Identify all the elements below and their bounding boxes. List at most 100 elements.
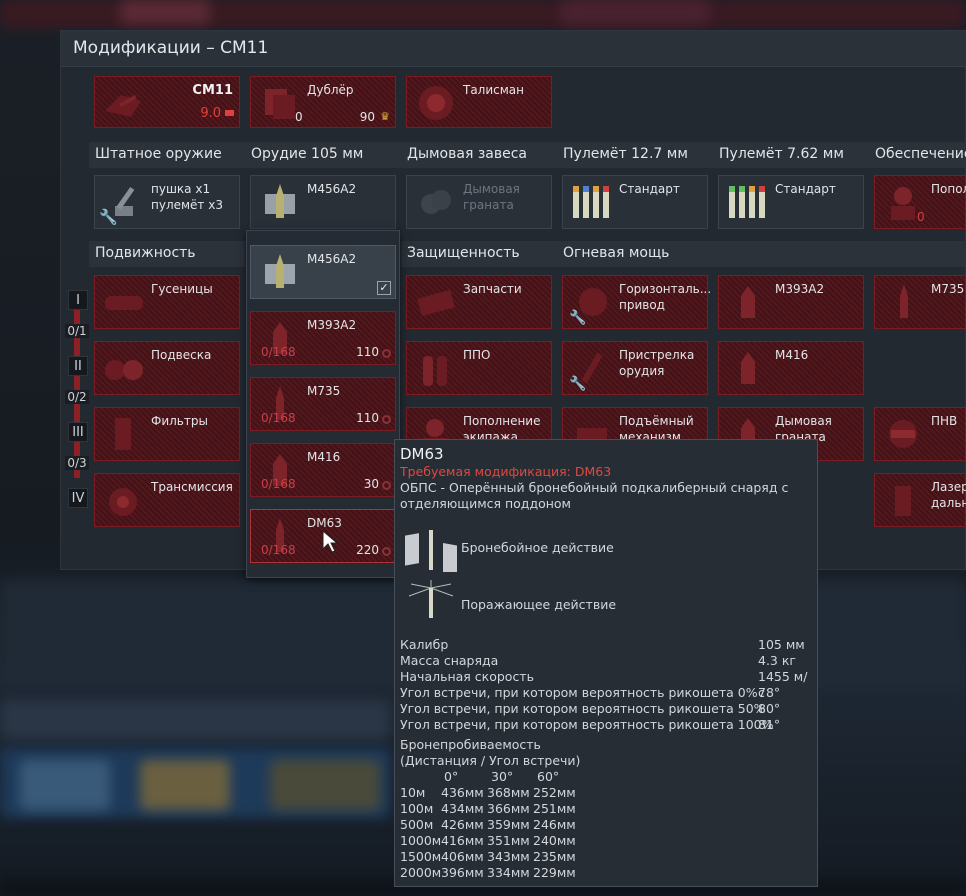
backup-price: 90 bbox=[359, 110, 375, 124]
tier-3-progress: 0/3 bbox=[65, 456, 89, 470]
ammo-count: 0/168 bbox=[261, 345, 296, 359]
checkmark-icon: ✓ bbox=[377, 281, 391, 295]
main-weapon-slot[interactable]: пушка x1 пулемёт x3 🔧 bbox=[94, 175, 240, 229]
pen-value: 406мм bbox=[441, 849, 484, 864]
pen-value: 416мм bbox=[441, 833, 484, 848]
ammo-option[interactable]: M393A2 0/168 110 bbox=[250, 311, 396, 365]
effect-damage: Поражающее действие bbox=[461, 597, 617, 612]
extinguisher-icon bbox=[423, 356, 447, 386]
header-smoke: Дымовая завеса bbox=[401, 142, 557, 168]
tier-4: IV bbox=[68, 488, 88, 508]
mod-laser-rangefinder[interactable]: Лазер дальн bbox=[874, 473, 966, 527]
tooltip-description: ОБПС - Оперённый бронебойный подкалиберн… bbox=[400, 480, 789, 511]
talisman-slot[interactable]: Талисман bbox=[406, 76, 552, 128]
apfsds-shell-icon bbox=[900, 284, 908, 318]
mod-label: Лазер дальн bbox=[931, 480, 966, 510]
ammo-option[interactable]: M735 0/168 110 bbox=[250, 377, 396, 431]
mod-label: Пристрелка орудия bbox=[619, 348, 695, 378]
crew-replenish-label: Попол экипа bbox=[931, 182, 966, 196]
ammo-option[interactable]: M456A2 ✓ bbox=[250, 245, 396, 299]
mod-m393a2[interactable]: M393A2 bbox=[718, 275, 864, 329]
pen-value: 396мм bbox=[441, 865, 484, 880]
pen-distance: 1500м bbox=[400, 849, 442, 864]
mod-fire-protection[interactable]: ППО bbox=[406, 341, 552, 395]
tier-3: III bbox=[68, 422, 88, 442]
lock-icon bbox=[382, 349, 391, 358]
pen-header: 60° bbox=[537, 769, 560, 784]
pen-value: 359мм bbox=[487, 817, 530, 832]
pen-distance: 500м bbox=[400, 817, 434, 832]
mod-label: Гусеницы bbox=[151, 282, 213, 296]
mod-filters[interactable]: Фильтры bbox=[94, 407, 240, 461]
backup-count: 0 bbox=[295, 110, 303, 124]
backup-slot[interactable]: Дублёр 0 90 ♛ bbox=[250, 76, 396, 128]
pen-distance: 10м bbox=[400, 785, 426, 800]
stat-name: Угол встречи, при котором вероятность ри… bbox=[400, 701, 766, 716]
tank-icon bbox=[105, 94, 141, 117]
mg127-label: Стандарт bbox=[619, 182, 680, 196]
mod-nvd[interactable]: ПНВ bbox=[874, 407, 966, 461]
mod-suspension[interactable]: Подвеска bbox=[94, 341, 240, 395]
crew-replenish-slot[interactable]: Попол экипа 0 bbox=[874, 175, 966, 229]
vehicle-slot[interactable]: CM11 9.0 bbox=[94, 76, 240, 128]
lock-icon bbox=[382, 415, 391, 424]
header-mg-127: Пулемёт 12.7 мм bbox=[557, 142, 713, 168]
stat-value: 4.3 кг bbox=[758, 653, 796, 668]
talisman-label: Талисман bbox=[463, 83, 525, 97]
wrench-icon: 🔧 bbox=[569, 310, 587, 326]
stat-value: 105 мм bbox=[758, 637, 805, 652]
mod-m735[interactable]: M735 bbox=[874, 275, 966, 329]
tier-1: I bbox=[68, 290, 88, 310]
mg-belt-icon bbox=[729, 186, 765, 218]
pen-distance: 1000м bbox=[400, 833, 442, 848]
pen-header: 30° bbox=[491, 769, 514, 784]
ammo-count: 0/168 bbox=[261, 477, 296, 491]
stat-name: Угол встречи, при котором вероятность ри… bbox=[400, 717, 774, 732]
stat-name: Калибр bbox=[400, 637, 449, 652]
shell-icon bbox=[741, 352, 755, 384]
mod-gun-zeroing[interactable]: Пристрелка орудия 🔧 bbox=[562, 341, 708, 395]
header-mobility: Подвижность bbox=[89, 241, 245, 267]
pen-value: 426мм bbox=[441, 817, 484, 832]
crew-replenish-count: 0 bbox=[917, 210, 925, 224]
gun-ammo-label: M456A2 bbox=[307, 182, 357, 196]
apfsds-shell-icon bbox=[265, 254, 295, 288]
rangefinder-icon bbox=[895, 486, 911, 516]
stat-row: Масса снаряда 4.3 кг bbox=[400, 653, 810, 669]
mod-transmission[interactable]: Трансмиссия bbox=[94, 473, 240, 527]
mod-horizontal-drive[interactable]: Горизонталь... привод 🔧 bbox=[562, 275, 711, 329]
mod-label: M735 bbox=[931, 282, 965, 296]
filter-icon bbox=[115, 418, 131, 450]
ammo-option[interactable]: M416 0/168 30 bbox=[250, 443, 396, 497]
lock-icon bbox=[382, 547, 391, 556]
pen-value: 246мм bbox=[533, 817, 576, 832]
pen-value: 229мм bbox=[533, 865, 576, 880]
mg762-slot[interactable]: Стандарт bbox=[718, 175, 864, 229]
tooltip-title: DM63 bbox=[400, 445, 444, 463]
stat-row: Начальная скорость 1455 м/с bbox=[400, 669, 810, 700]
ammo-name: DM63 bbox=[307, 516, 342, 530]
mod-m416[interactable]: M416 bbox=[718, 341, 864, 395]
header-gun-105: Орудие 105 мм bbox=[245, 142, 401, 168]
gun-ammo-slot[interactable]: M456A2 bbox=[250, 175, 396, 229]
mod-label: M393A2 bbox=[775, 282, 825, 296]
golden-eagle-icon: ♛ bbox=[380, 110, 390, 123]
mod-label: M416 bbox=[775, 348, 809, 362]
ammo-price: 220 bbox=[356, 543, 379, 557]
ammo-count: 0/168 bbox=[261, 543, 296, 557]
he-shell-icon bbox=[741, 286, 755, 318]
mod-tracks[interactable]: Гусеницы bbox=[94, 275, 240, 329]
mg127-slot[interactable]: Стандарт bbox=[562, 175, 708, 229]
pen-value: 366мм bbox=[487, 801, 530, 816]
mod-label: ППО bbox=[463, 348, 491, 362]
pen-distance: 100м bbox=[400, 801, 434, 816]
night-vision-icon bbox=[889, 420, 917, 448]
tier-2: II bbox=[68, 356, 88, 376]
suspension-icon bbox=[105, 360, 143, 380]
mod-spare-parts[interactable]: Запчасти bbox=[406, 275, 552, 329]
lock-icon bbox=[382, 481, 391, 490]
stat-name: Начальная скорость bbox=[400, 669, 534, 684]
mod-label: ПНВ bbox=[931, 414, 958, 428]
ammo-price: 30 bbox=[363, 477, 379, 491]
pen-value: 240мм bbox=[533, 833, 576, 848]
